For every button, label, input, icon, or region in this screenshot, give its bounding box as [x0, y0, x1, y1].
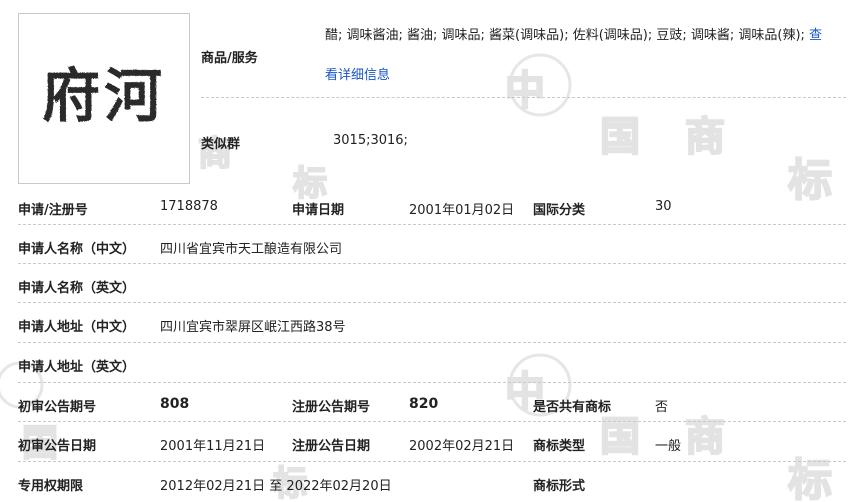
row-divider [18, 302, 846, 303]
goods-services-text: 醋; 调味酱油; 酱油; 调味品; 酱菜(调味品); 佐料(调味品); 豆豉; … [325, 26, 845, 46]
goods-services-label: 商品/服务 [201, 51, 258, 66]
table-row: 申请/注册号 1718878 申请日期 2001年01月02日 国际分类 30 [18, 186, 846, 226]
table-row: 申请人名称（英文） [18, 264, 846, 304]
field-value: 820 [409, 396, 439, 412]
divider [201, 97, 846, 98]
watermark-glyph: 商 [685, 114, 725, 160]
trademark-text: 府河 [42, 62, 166, 130]
row-divider [18, 342, 846, 343]
field-label: 申请人名称（中文） [18, 242, 136, 257]
table-row: 申请人名称（中文） 四川省宜宾市天工酿造有限公司 [18, 225, 846, 265]
row-divider [18, 263, 846, 264]
field-label: 国际分类 [533, 203, 586, 218]
row-divider [18, 224, 846, 225]
watermark-glyph: 中 [505, 68, 545, 114]
table-row: 专用权期限 2012年02月21日 至 2022年02月20日 商标形式 [18, 462, 846, 502]
field-value: 2012年02月21日 至 2022年02月20日 [160, 479, 392, 494]
goods-list: 醋; 调味酱油; 酱油; 调味品; 酱菜(调味品); 佐料(调味品); 豆豉; … [325, 28, 810, 43]
field-value: 一般 [655, 439, 682, 454]
field-value: 1718878 [160, 199, 218, 214]
field-label: 商标形式 [533, 479, 586, 494]
table-row: 申请人地址（英文） [18, 343, 846, 383]
field-value: 808 [160, 396, 190, 412]
field-value: 2001年11月21日 [160, 439, 266, 454]
field-label: 注册公告日期 [292, 439, 371, 454]
field-label: 初审公告日期 [18, 439, 97, 454]
field-value: 30 [655, 199, 672, 214]
field-value: 否 [655, 400, 669, 415]
field-label: 是否共有商标 [533, 400, 612, 415]
field-label: 申请日期 [292, 203, 345, 218]
field-label: 申请人名称（英文） [18, 281, 136, 296]
similar-group-label: 类似群 [201, 137, 241, 152]
field-label: 申请人地址（英文） [18, 360, 136, 375]
trademark-image: 府河 [18, 13, 190, 184]
field-label: 注册公告期号 [292, 400, 371, 415]
watermark-glyph: 国 [600, 114, 640, 160]
row-divider [18, 382, 846, 383]
similar-group-value: 3015;3016; [333, 133, 408, 148]
table-row: 申请人地址（中文） 四川宜宾市翠屏区岷江西路38号 [18, 303, 846, 343]
table-row: 初审公告日期 2001年11月21日 注册公告日期 2002年02月21日 商标类型 一般 [18, 422, 846, 462]
view-details-link[interactable]: 看详细信息 [325, 64, 390, 83]
row-divider [18, 421, 846, 422]
field-value: 四川省宜宾市天工酿造有限公司 [160, 242, 343, 257]
view-more-link[interactable]: 查 [809, 28, 822, 43]
field-label: 商标类型 [533, 439, 586, 454]
field-label: 专用权期限 [18, 479, 84, 494]
table-row: 初审公告期号 808 注册公告期号 820 是否共有商标 否 [18, 383, 846, 423]
field-value: 2001年01月02日 [409, 203, 515, 218]
field-label: 初审公告期号 [18, 400, 97, 415]
field-value: 2002年02月21日 [409, 439, 515, 454]
field-value: 四川宜宾市翠屏区岷江西路38号 [160, 320, 346, 335]
field-label: 申请/注册号 [18, 203, 88, 218]
row-divider [18, 461, 846, 462]
field-label: 申请人地址（中文） [18, 320, 136, 335]
